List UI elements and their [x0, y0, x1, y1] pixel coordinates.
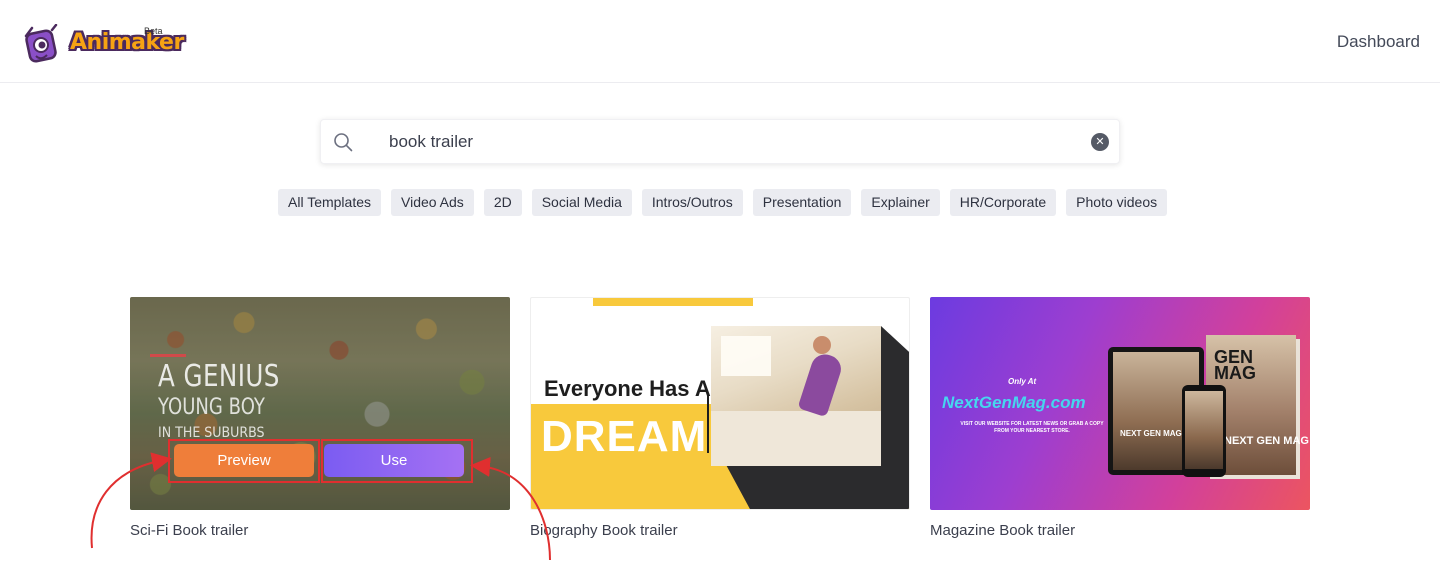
category-filters: All Templates Video Ads 2D Social Media …: [278, 189, 1168, 216]
filter-intros-outros[interactable]: Intros/Outros: [641, 189, 743, 216]
clear-search-icon[interactable]: ✕: [1091, 133, 1109, 151]
thumbnail-text: VISIT OUR WEBSITE FOR LATEST NEWS OR GRA…: [960, 421, 1104, 434]
preview-button[interactable]: Preview: [174, 444, 314, 477]
thumbnail-accent: [593, 298, 753, 306]
use-button[interactable]: Use: [324, 444, 464, 477]
template-card: Only At NextGenMag.com VISIT OUR WEBSITE…: [930, 297, 1310, 539]
search-icon: [334, 133, 353, 152]
template-thumbnail[interactable]: A GENIUS YOUNG BOY IN THE SUBURBS Previe…: [130, 297, 510, 510]
thumbnail-text: A GENIUS: [158, 359, 280, 394]
mascot-icon: [24, 24, 58, 63]
template-search-box: ✕: [320, 119, 1120, 164]
thumbnail-text: Only At: [1008, 377, 1037, 386]
thumbnail-text: NextGenMag.com: [942, 393, 1086, 412]
animaker-logo[interactable]: Animaker Beta: [22, 24, 184, 68]
thumbnail-text: NEXT GEN MAG: [1120, 429, 1182, 438]
template-title[interactable]: Magazine Book trailer: [930, 522, 1075, 539]
thumbnail-image: [1182, 385, 1226, 477]
beta-badge: Beta: [144, 26, 163, 36]
thumbnail-image: [711, 326, 881, 466]
template-card: Everyone Has A DREAM Biography Book trai…: [530, 297, 910, 539]
filter-all-templates[interactable]: All Templates: [278, 189, 382, 216]
thumbnail-text: DREAM: [541, 412, 708, 461]
thumbnail-accent: [150, 354, 186, 357]
filter-social-media[interactable]: Social Media: [531, 189, 632, 216]
template-thumbnail[interactable]: Only At NextGenMag.com VISIT OUR WEBSITE…: [930, 297, 1310, 510]
search-input[interactable]: [389, 120, 1069, 163]
top-header: Animaker Beta Dashboard: [0, 0, 1440, 83]
thumbnail-text: GEN MAG: [1214, 347, 1256, 383]
thumbnail-text: NEXT GEN MAG: [1224, 435, 1309, 447]
thumbnail-text: YOUNG BOY: [158, 395, 265, 420]
filter-hr-corporate[interactable]: HR/Corporate: [949, 189, 1057, 216]
filter-explainer[interactable]: Explainer: [861, 189, 940, 216]
template-card: A GENIUS YOUNG BOY IN THE SUBURBS Previe…: [130, 297, 510, 539]
template-title[interactable]: Sci-Fi Book trailer: [130, 522, 248, 539]
logo-wordmark: Animaker: [70, 30, 184, 55]
filter-2d[interactable]: 2D: [483, 189, 522, 216]
dashboard-link[interactable]: Dashboard: [1337, 32, 1420, 52]
template-thumbnail[interactable]: Everyone Has A DREAM: [530, 297, 910, 510]
thumbnail-text: Everyone Has A: [544, 376, 711, 401]
filter-presentation[interactable]: Presentation: [752, 189, 852, 216]
template-title[interactable]: Biography Book trailer: [530, 522, 678, 539]
filter-photo-videos[interactable]: Photo videos: [1066, 189, 1168, 216]
filter-video-ads[interactable]: Video Ads: [391, 189, 474, 216]
